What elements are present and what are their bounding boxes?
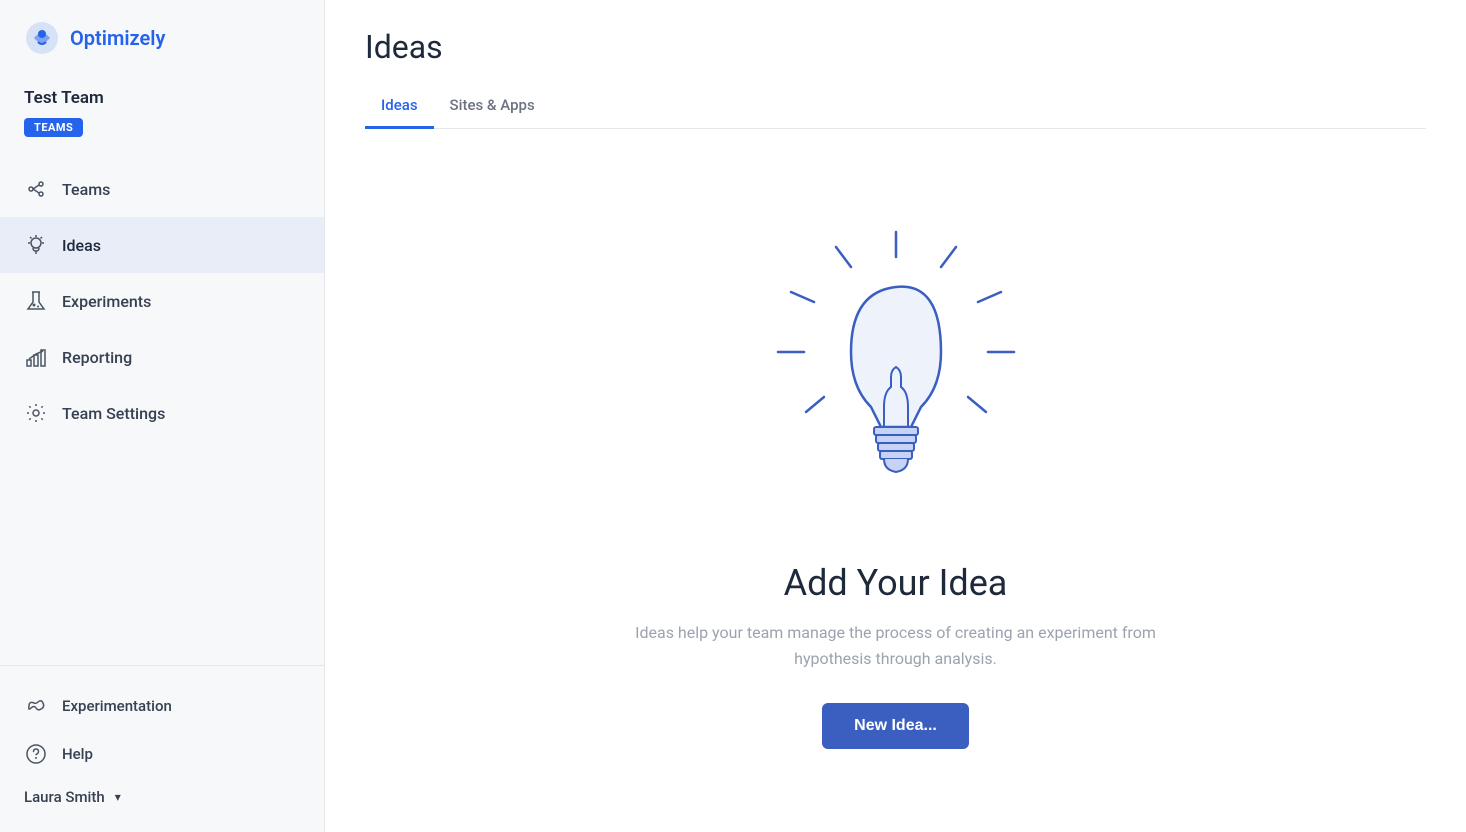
sidebar-item-teams-label: Teams [62, 180, 110, 199]
help-icon [24, 742, 48, 766]
teams-icon [24, 177, 48, 201]
tabs-bar: Ideas Sites & Apps [365, 86, 1426, 129]
sidebar-bottom: Experimentation Help Laura Smith ▾ [0, 665, 324, 832]
empty-state-title: Add Your Idea [784, 562, 1008, 604]
sidebar-item-experiments[interactable]: Experiments [0, 273, 324, 329]
team-name: Test Team [24, 88, 300, 108]
experimentation-icon [24, 694, 48, 718]
sidebar-item-teams[interactable]: Teams [0, 161, 324, 217]
reporting-icon [24, 345, 48, 369]
sidebar-item-team-settings-label: Team Settings [62, 404, 165, 423]
page-title: Ideas [365, 28, 1426, 66]
empty-state-container: Add Your Idea Ideas help your team manag… [325, 129, 1466, 832]
experiments-icon [24, 289, 48, 313]
sidebar-item-experiments-label: Experiments [62, 292, 151, 311]
sidebar-item-help-label: Help [62, 745, 93, 763]
page-header: Ideas Ideas Sites & Apps [325, 0, 1466, 129]
empty-state: Add Your Idea Ideas help your team manag… [596, 212, 1196, 749]
sidebar-item-team-settings[interactable]: Team Settings [0, 385, 324, 441]
user-chevron-icon: ▾ [115, 790, 121, 804]
optimizely-logo-icon [24, 20, 60, 56]
sidebar-item-reporting[interactable]: Reporting [0, 329, 324, 385]
lightbulb-illustration [756, 212, 1036, 532]
sidebar-logo: Optimizely [0, 0, 324, 76]
ideas-icon [24, 233, 48, 257]
main-content-area: Ideas Ideas Sites & Apps [325, 0, 1466, 832]
sidebar-nav: Teams Ideas [0, 153, 324, 665]
user-menu[interactable]: Laura Smith ▾ [24, 778, 300, 816]
user-name: Laura Smith [24, 788, 105, 806]
logo-text: Optimizely [70, 26, 165, 50]
new-idea-button[interactable]: New Idea... [822, 703, 969, 749]
tab-ideas[interactable]: Ideas [365, 86, 434, 129]
sidebar-item-help[interactable]: Help [24, 730, 300, 778]
sidebar-item-ideas-label: Ideas [62, 236, 101, 255]
empty-state-description: Ideas help your team manage the process … [596, 620, 1196, 671]
sidebar-item-experimentation-label: Experimentation [62, 697, 172, 715]
sidebar-team-section: Test Team TEAMS [0, 76, 324, 153]
teams-badge: TEAMS [24, 118, 83, 137]
tab-sites-apps[interactable]: Sites & Apps [434, 86, 551, 129]
sidebar-item-reporting-label: Reporting [62, 348, 132, 367]
sidebar: Optimizely Test Team TEAMS Teams [0, 0, 325, 832]
settings-icon [24, 401, 48, 425]
sidebar-item-experimentation[interactable]: Experimentation [24, 682, 300, 730]
sidebar-item-ideas[interactable]: Ideas [0, 217, 324, 273]
